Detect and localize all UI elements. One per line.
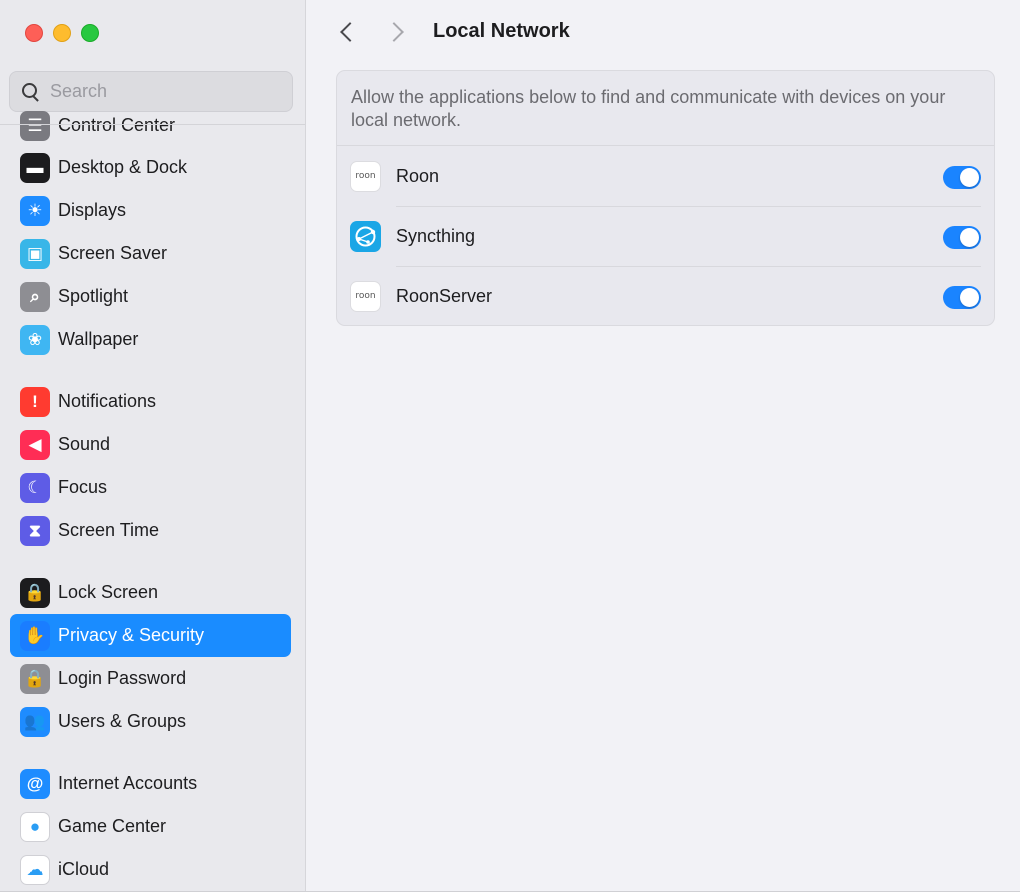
sidebar-item-label: Privacy & Security bbox=[58, 625, 205, 645]
main-pane: Local Network Allow the applications bel… bbox=[306, 0, 1020, 891]
sidebar-item-label: Lock Screen bbox=[58, 582, 159, 602]
settings-window: ☰ Control Center ▬ Desktop & Dock ☀ Displays ▣… bbox=[0, 0, 1020, 892]
close-window-button[interactable] bbox=[25, 24, 43, 42]
card-description: Allow the applications below to find and… bbox=[337, 71, 994, 146]
sidebar-item-focus[interactable]: ☾ Focus bbox=[10, 466, 291, 509]
sidebar-item-label: Focus bbox=[58, 477, 108, 497]
syncthing-icon bbox=[350, 220, 381, 252]
focus-icon: ☾ bbox=[20, 472, 50, 503]
spotlight-icon: ⌕ bbox=[20, 281, 50, 312]
sidebar-item-label: Notifications bbox=[58, 391, 157, 411]
roon-toggle[interactable] bbox=[943, 166, 981, 189]
sidebar-item-notifications[interactable]: ! Notifications bbox=[10, 380, 291, 423]
chevron-right-icon bbox=[384, 22, 404, 42]
window-controls bbox=[25, 24, 99, 42]
sidebar-item-label: Spotlight bbox=[58, 286, 129, 306]
sidebar-item-displays[interactable]: ☀ Displays bbox=[10, 189, 291, 232]
sidebar-item-label: Sound bbox=[58, 434, 111, 454]
page-title: Local Network bbox=[433, 20, 570, 42]
roon-icon: roon bbox=[350, 160, 381, 192]
sidebar-item-screen-time[interactable]: ⧗ Screen Time bbox=[10, 509, 291, 552]
sidebar-item-internet-accounts[interactable]: @ Internet Accounts bbox=[10, 762, 291, 805]
search-input[interactable] bbox=[50, 81, 270, 102]
sidebar-item-label: Desktop & Dock bbox=[58, 157, 188, 177]
roon-server-toggle[interactable] bbox=[943, 286, 981, 309]
search-divider bbox=[0, 124, 305, 125]
sidebar-item-game-center[interactable]: ● Game Center bbox=[10, 805, 291, 848]
sidebar-item-label: Displays bbox=[58, 200, 127, 220]
sidebar-item-privacy-security[interactable]: ✋ Privacy & Security bbox=[10, 614, 291, 657]
sidebar-item-desktop-dock[interactable]: ▬ Desktop & Dock bbox=[10, 146, 291, 189]
syncthing-toggle[interactable] bbox=[943, 226, 981, 249]
screen-time-icon: ⧗ bbox=[20, 515, 50, 546]
forward-button[interactable] bbox=[383, 18, 411, 46]
app-row-syncthing: Syncthing bbox=[337, 206, 994, 266]
sidebar-item-label: iCloud bbox=[58, 859, 110, 879]
back-button[interactable] bbox=[333, 18, 361, 46]
displays-icon: ☀ bbox=[20, 195, 50, 226]
lock-screen-icon: 🔒 bbox=[20, 577, 50, 608]
chevron-left-icon bbox=[340, 22, 360, 42]
at-sign-icon: @ bbox=[20, 768, 50, 799]
sidebar-item-label: Screen Time bbox=[58, 520, 160, 540]
sidebar-item-label: Control Center bbox=[58, 115, 176, 135]
sidebar-item-control-center[interactable]: ☰ Control Center bbox=[10, 104, 291, 147]
login-password-icon: 🔒 bbox=[20, 663, 50, 694]
sound-icon: ◀ bbox=[20, 429, 50, 460]
sidebar: ☰ Control Center ▬ Desktop & Dock ☀ Displays ▣… bbox=[0, 0, 306, 891]
notifications-icon: ! bbox=[20, 386, 50, 417]
sidebar-item-label: Users & Groups bbox=[58, 711, 187, 731]
local-network-card: Allow the applications below to find and… bbox=[336, 70, 995, 326]
sidebar-item-label: Screen Saver bbox=[58, 243, 168, 263]
hand-icon: ✋ bbox=[20, 620, 50, 651]
icloud-icon: ☁ bbox=[20, 854, 50, 885]
sidebar-item-sound[interactable]: ◀ Sound bbox=[10, 423, 291, 466]
sidebar-item-label: Login Password bbox=[58, 668, 187, 688]
screen-saver-icon: ▣ bbox=[20, 238, 50, 269]
control-center-icon: ☰ bbox=[20, 110, 50, 141]
sidebar-item-label: Wallpaper bbox=[58, 329, 139, 349]
app-name: RoonServer bbox=[396, 285, 493, 306]
sidebar-item-label: Internet Accounts bbox=[58, 773, 198, 793]
roon-server-icon: roon bbox=[350, 280, 381, 312]
sidebar-item-screen-saver[interactable]: ▣ Screen Saver bbox=[10, 232, 291, 275]
app-name: Roon bbox=[396, 165, 440, 186]
wallpaper-icon: ❀ bbox=[20, 324, 50, 355]
sidebar-item-login-password[interactable]: 🔒 Login Password bbox=[10, 657, 291, 700]
app-row-roon: roon Roon bbox=[337, 146, 994, 206]
sidebar-item-lock-screen[interactable]: 🔒 Lock Screen bbox=[10, 571, 291, 614]
maximize-window-button[interactable] bbox=[81, 24, 99, 42]
app-name: Syncthing bbox=[396, 225, 476, 246]
sidebar-item-wallpaper[interactable]: ❀ Wallpaper bbox=[10, 318, 291, 361]
game-center-icon: ● bbox=[20, 811, 50, 842]
app-row-roon-server: roon RoonServer bbox=[337, 266, 994, 325]
users-groups-icon: 👥 bbox=[20, 706, 50, 737]
sidebar-item-spotlight[interactable]: ⌕ Spotlight bbox=[10, 275, 291, 318]
minimize-window-button[interactable] bbox=[53, 24, 71, 42]
sidebar-item-users-groups[interactable]: 👥 Users & Groups bbox=[10, 700, 291, 743]
sidebar-item-icloud[interactable]: ☁ iCloud bbox=[10, 848, 291, 891]
dock-icon: ▬ bbox=[20, 152, 50, 183]
search-icon bbox=[22, 82, 40, 101]
sidebar-item-label: Game Center bbox=[58, 816, 167, 836]
